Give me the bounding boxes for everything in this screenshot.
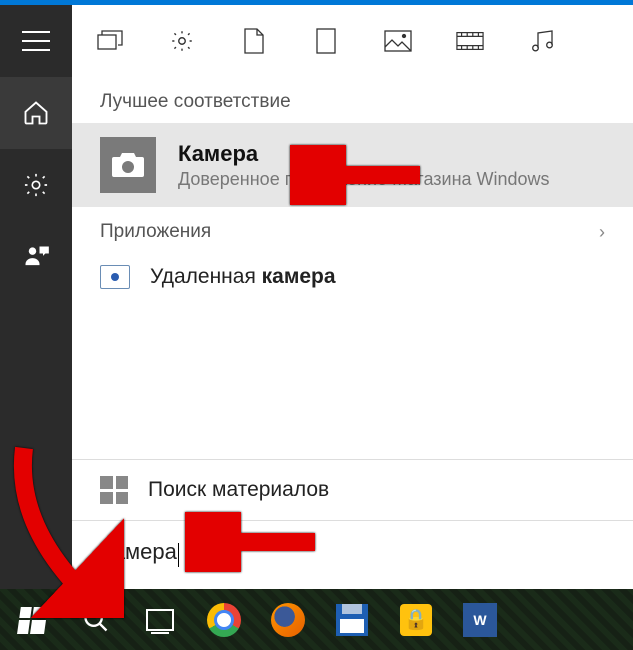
filter-folders-icon[interactable]: [312, 27, 340, 55]
hamburger-icon: [22, 31, 50, 51]
filter-settings-icon[interactable]: [168, 27, 196, 55]
windows-logo-icon: [17, 607, 47, 633]
sidebar-home-button[interactable]: [0, 77, 72, 149]
search-filter-bar: [72, 5, 633, 77]
start-panel-sidebar: [0, 5, 72, 589]
start-button[interactable]: [0, 589, 64, 650]
webcam-icon: [100, 265, 130, 289]
search-icon: [82, 606, 110, 634]
filter-photos-icon[interactable]: [384, 27, 412, 55]
sidebar-feedback-button[interactable]: [0, 221, 72, 293]
web-search-suggestion[interactable]: Поиск материалов: [72, 459, 633, 520]
taskbar-app-word[interactable]: W: [448, 589, 512, 650]
apps-section-header[interactable]: Приложения ›: [72, 207, 633, 253]
filter-videos-icon[interactable]: [456, 27, 484, 55]
floppy-disk-icon: [336, 604, 368, 636]
key-icon: 🔒: [400, 604, 432, 636]
taskbar: 🔒 W: [0, 589, 633, 650]
word-icon: W: [463, 603, 497, 637]
filter-documents-icon[interactable]: [240, 27, 268, 55]
app-result-remote-camera[interactable]: Удаленная камера: [72, 253, 633, 301]
home-icon: [22, 99, 50, 127]
task-view-icon: [146, 609, 174, 631]
windows-squares-icon: [100, 476, 128, 504]
filter-apps-icon[interactable]: [96, 27, 124, 55]
camera-app-tile-icon: [100, 137, 156, 193]
chrome-icon: [207, 603, 241, 637]
best-match-result[interactable]: Камера Доверенное приложение Магазина Wi…: [72, 123, 633, 207]
web-search-label: Поиск материалов: [148, 478, 329, 502]
taskbar-app-chrome[interactable]: [192, 589, 256, 650]
app-result-label: Удаленная камера: [150, 265, 336, 289]
filter-music-icon[interactable]: [528, 27, 556, 55]
chevron-right-icon: ›: [599, 222, 605, 243]
taskbar-app-save[interactable]: [320, 589, 384, 650]
taskbar-search-button[interactable]: [64, 589, 128, 650]
best-match-title: Камера: [178, 141, 550, 167]
feedback-icon: [22, 243, 50, 271]
search-input-text: Камера: [100, 539, 177, 564]
sidebar-settings-button[interactable]: [0, 149, 72, 221]
best-match-header: Лучшее соответствие: [72, 77, 633, 123]
text-cursor: [178, 543, 180, 567]
taskbar-app-firefox[interactable]: [256, 589, 320, 650]
search-results-panel: Лучшее соответствие Камера Доверенное пр…: [72, 77, 633, 589]
hamburger-menu-button[interactable]: [0, 5, 72, 77]
gear-icon: [22, 171, 50, 199]
taskbar-app-keepass[interactable]: 🔒: [384, 589, 448, 650]
task-view-button[interactable]: [128, 589, 192, 650]
search-input-row[interactable]: Камера: [72, 520, 633, 589]
firefox-icon: [271, 603, 305, 637]
best-match-subtitle: Доверенное приложение Магазина Windows: [178, 169, 550, 190]
best-match-label: Лучшее соответствие: [100, 91, 291, 113]
apps-section-label: Приложения: [100, 221, 211, 243]
